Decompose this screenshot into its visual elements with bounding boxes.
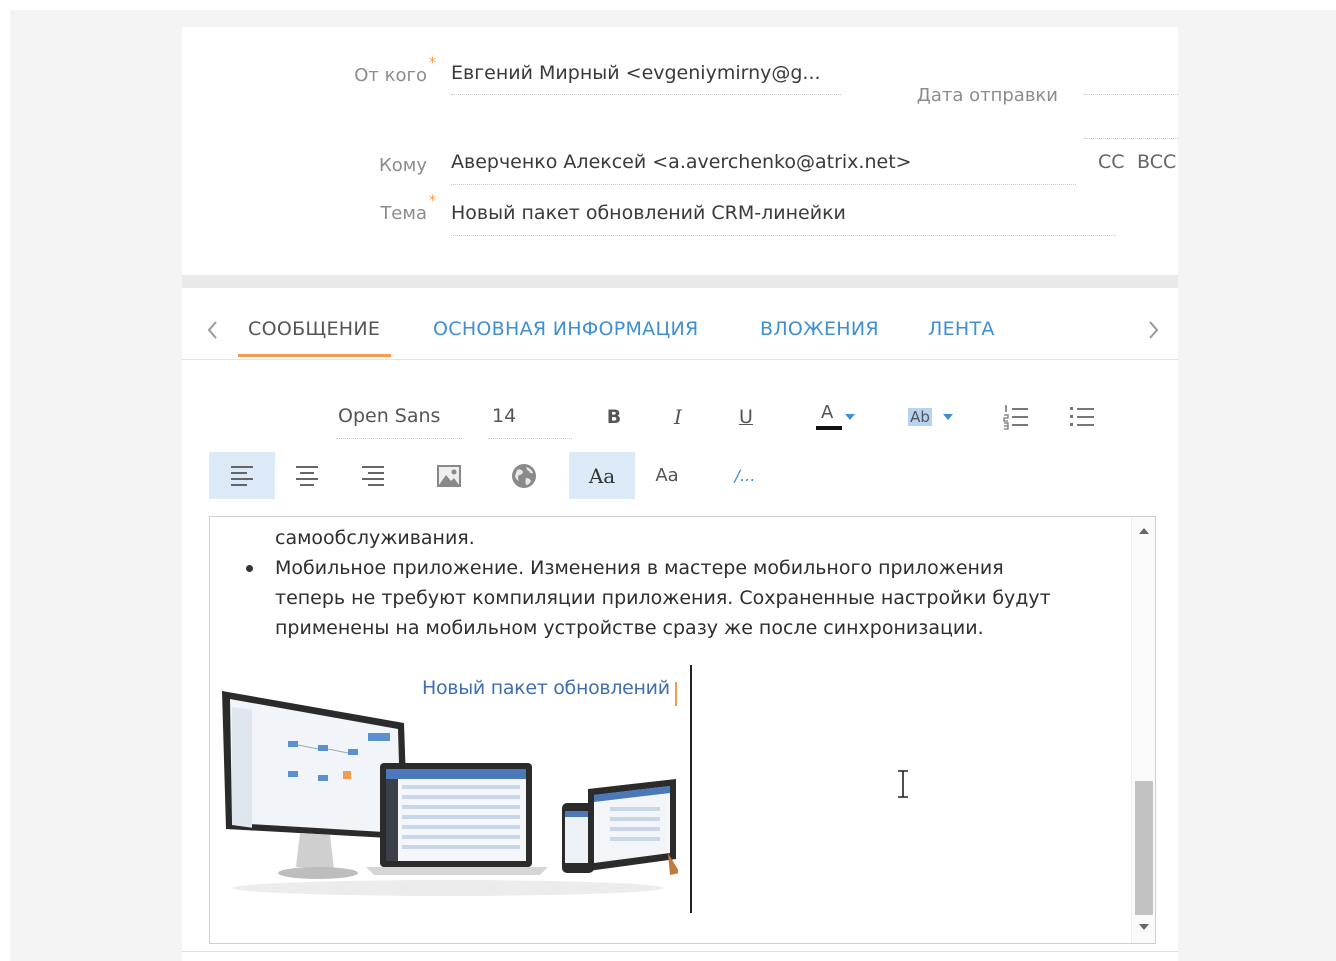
underline-button[interactable]: U (730, 400, 762, 434)
font-size-underline (488, 438, 572, 439)
image-divider (690, 665, 692, 913)
underline-icon: U (739, 406, 753, 428)
editor-text-line: применены на мобильном устройстве сразу … (275, 617, 984, 639)
tab-bar: СООБЩЕНИЕ ОСНОВНАЯ ИНФОРМАЦИЯ ВЛОЖЕНИЯ Л… (182, 288, 1178, 360)
insert-link-button[interactable] (501, 452, 547, 499)
bcc-button[interactable]: BCC (1137, 151, 1176, 173)
align-center-icon (296, 465, 318, 486)
bold-button[interactable]: B (598, 400, 630, 434)
editor-text-line: самообслуживания. (275, 527, 475, 549)
subject-required-mark: * (429, 193, 436, 209)
list-bullet (246, 565, 253, 572)
subject-field-underline (451, 235, 1116, 236)
to-label: Кому (378, 155, 427, 176)
send-date-label: Дата отправки (916, 85, 1058, 106)
from-label: От кого (354, 65, 427, 86)
font-size-select[interactable]: 14 (492, 405, 516, 427)
align-center-button[interactable] (284, 452, 330, 499)
bullet-list-button[interactable] (1064, 400, 1100, 434)
insert-image-button[interactable] (426, 452, 472, 499)
editor-text-line: теперь не требуют компиляции приложения.… (275, 587, 1051, 609)
editor-scrollbar[interactable] (1131, 517, 1155, 943)
sans-text-icon: Aa (655, 465, 679, 486)
scroll-thumb[interactable] (1135, 781, 1153, 915)
scroll-down-icon[interactable] (1138, 923, 1150, 931)
sans-style-button[interactable]: Aa (644, 452, 690, 499)
text-cursor-icon (898, 770, 908, 798)
devices-illustration (222, 691, 678, 896)
tab-message[interactable]: СООБЩЕНИЕ (248, 318, 380, 340)
font-color-button[interactable]: A (806, 400, 864, 434)
tab-feed[interactable]: ЛЕНТА (928, 318, 995, 340)
cc-button[interactable]: CC (1098, 151, 1125, 173)
chevron-down-icon (942, 414, 953, 420)
to-field-underline (451, 184, 1076, 185)
align-left-icon (231, 465, 253, 486)
tab-main-info[interactable]: ОСНОВНАЯ ИНФОРМАЦИЯ (433, 318, 699, 340)
from-field-underline (451, 94, 841, 95)
italic-button[interactable]: I (662, 400, 694, 434)
subject-label: Тема (380, 203, 427, 224)
bullet-list-icon (1070, 407, 1094, 426)
image-icon (437, 464, 461, 487)
italic-icon: I (674, 405, 682, 429)
serif-text-icon: Aa (588, 463, 616, 488)
globe-icon (512, 463, 536, 488)
serif-style-button[interactable]: Aa (569, 452, 635, 499)
send-date-field[interactable] (1084, 94, 1178, 95)
numbered-list-button[interactable] (998, 400, 1034, 434)
align-right-button[interactable] (350, 452, 396, 499)
send-date-underline (1084, 138, 1178, 139)
editor-text-line: Мобильное приложение. Изменения в мастер… (275, 557, 1004, 579)
clear-format-icon: /... (734, 466, 756, 485)
active-tab-indicator (238, 354, 391, 357)
align-left-button[interactable] (209, 452, 275, 499)
tab-scroll-left-icon[interactable] (206, 318, 220, 342)
font-family-select[interactable]: Open Sans (338, 405, 440, 427)
font-color-icon: A (814, 402, 844, 432)
panel-bottom-border (182, 951, 1178, 952)
align-right-icon (362, 465, 384, 486)
highlight-icon: Ab (908, 408, 932, 426)
from-field[interactable]: Евгений Мирный <evgeniymirny@g... (451, 62, 821, 84)
font-family-underline (336, 438, 462, 439)
numbered-list-icon (1003, 405, 1028, 430)
message-editor[interactable]: самообслуживания. Мобильное приложение. … (209, 516, 1156, 944)
from-required-mark: * (429, 55, 436, 71)
tab-scroll-right-icon[interactable] (1146, 318, 1160, 342)
section-separator (182, 275, 1178, 288)
bold-icon: B (606, 406, 622, 428)
clear-format-button[interactable]: /... (722, 452, 768, 499)
to-field[interactable]: Аверченко Алексей <a.averchenko@atrix.ne… (451, 151, 912, 173)
subject-field[interactable]: Новый пакет обновлений CRM-линейки (451, 202, 846, 224)
chevron-down-icon (845, 414, 855, 420)
tab-attachments[interactable]: ВЛОЖЕНИЯ (760, 318, 879, 340)
scroll-up-icon[interactable] (1138, 527, 1150, 535)
highlight-color-button[interactable]: Ab (900, 400, 962, 434)
